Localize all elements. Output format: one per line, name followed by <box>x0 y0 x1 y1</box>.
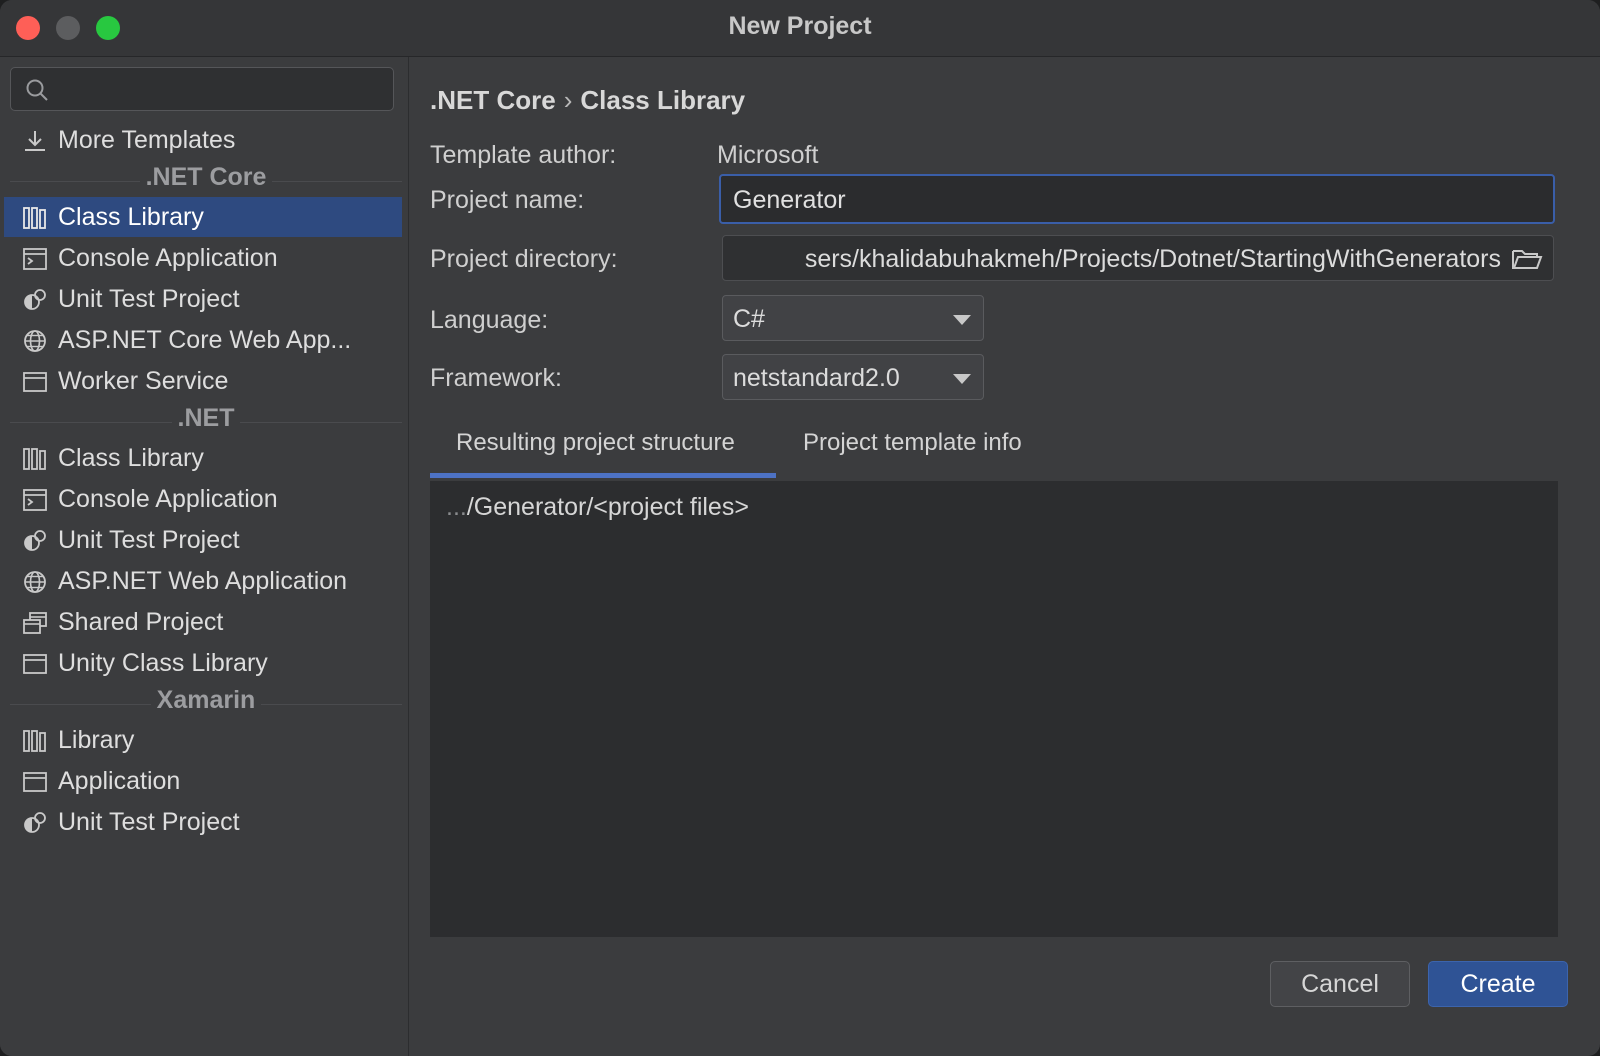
section-header-xamarin: Xamarin <box>10 684 402 720</box>
template-item-netcore-aspnet-core-web-app[interactable]: ASP.NET Core Web App... <box>4 320 402 360</box>
project-settings-panel: .NET Core › Class Library Template author:… <box>409 57 1600 1056</box>
template-item-xamarin-library[interactable]: Library <box>4 720 402 760</box>
template-item-net-aspnet-web-application[interactable]: ASP.NET Web Application <box>4 561 402 601</box>
section-header-net: .NET <box>10 402 402 438</box>
test-icon <box>24 289 46 310</box>
breadcrumb-current: Class Library <box>580 85 746 115</box>
path-prefix: ... <box>446 493 467 521</box>
search-icon <box>26 79 48 101</box>
path-value: /Generator/<project files> <box>466 493 749 521</box>
chevron-down-icon <box>953 315 971 325</box>
framework-value: netstandard2.0 <box>733 364 900 392</box>
template-item-netcore-console-application[interactable]: Console Application <box>4 238 402 278</box>
project-name-label: Project name: <box>430 186 585 214</box>
template-item-netcore-worker-service[interactable]: Worker Service <box>4 361 402 401</box>
breadcrumb-parent: .NET Core <box>430 85 556 115</box>
section-header-net-core: .NET Core <box>10 161 402 197</box>
framework-select[interactable]: netstandard2.0 <box>722 354 984 400</box>
template-item-net-console-application[interactable]: Console Application <box>4 479 402 519</box>
test-icon <box>24 812 46 833</box>
template-item-xamarin-application[interactable]: Application <box>4 761 402 801</box>
download-icon <box>25 131 45 151</box>
template-author-value: Microsoft <box>717 141 819 169</box>
language-value: C# <box>733 305 765 333</box>
more-templates-item[interactable]: More Templates <box>4 120 402 160</box>
language-select[interactable]: C# <box>722 295 984 341</box>
cancel-button[interactable]: Cancel <box>1270 961 1410 1007</box>
language-label: Language: <box>430 306 549 334</box>
library-icon <box>23 730 46 752</box>
breadcrumb-separator: › <box>563 85 573 115</box>
template-sidebar: More Templates .NET Core Class Library C… <box>0 57 409 1056</box>
template-search-input[interactable] <box>10 67 394 111</box>
library-icon <box>23 207 46 229</box>
template-item-net-unity-class-library[interactable]: Unity Class Library <box>4 643 402 683</box>
folder-open-icon[interactable] <box>1511 247 1543 271</box>
template-item-net-shared-project[interactable]: Shared Project <box>4 602 402 642</box>
template-item-netcore-class-library[interactable]: Class Library <box>4 197 402 237</box>
shared-icon <box>23 612 47 634</box>
library-icon <box>23 448 46 470</box>
title-bar: New Project <box>0 0 1600 57</box>
chevron-down-icon <box>953 374 971 384</box>
window-icon <box>23 372 47 392</box>
template-item-net-unit-test-project[interactable]: Unit Test Project <box>4 520 402 560</box>
breadcrumb: .NET Core › Class Library <box>430 85 745 116</box>
window-icon <box>23 654 47 674</box>
globe-icon <box>24 571 46 593</box>
active-tab-indicator <box>430 473 776 478</box>
project-directory-value: sers/khalidabuhakmeh/Projects/Dotnet/Sta… <box>804 245 1501 273</box>
project-structure-path: .../Generator/<project files> <box>446 493 749 522</box>
template-item-netcore-unit-test-project[interactable]: Unit Test Project <box>4 279 402 319</box>
template-author-label: Template author: <box>430 141 617 169</box>
details-tabs: Resulting project structure Project temp… <box>430 419 1558 481</box>
window-icon <box>23 772 47 792</box>
globe-icon <box>24 330 46 352</box>
more-templates-label: More Templates <box>58 126 236 154</box>
console-icon <box>23 248 47 270</box>
create-button[interactable]: Create <box>1428 961 1568 1007</box>
tab-project-template-info[interactable]: Project template info <box>803 429 1022 457</box>
new-project-window: New Project More Templates .NET Core Cla… <box>0 0 1600 1056</box>
project-structure-panel: .../Generator/<project files> <box>430 481 1558 937</box>
project-directory-field[interactable]: sers/khalidabuhakmeh/Projects/Dotnet/Sta… <box>722 235 1554 281</box>
tab-resulting-project-structure[interactable]: Resulting project structure <box>456 429 735 457</box>
framework-label: Framework: <box>430 364 562 392</box>
template-item-xamarin-unit-test-project[interactable]: Unit Test Project <box>4 802 402 842</box>
console-icon <box>23 489 47 511</box>
project-name-input[interactable]: Generator <box>719 174 1555 224</box>
window-title: New Project <box>728 12 872 40</box>
test-icon <box>24 530 46 551</box>
template-item-net-class-library[interactable]: Class Library <box>4 438 402 478</box>
project-directory-label: Project directory: <box>430 245 618 273</box>
